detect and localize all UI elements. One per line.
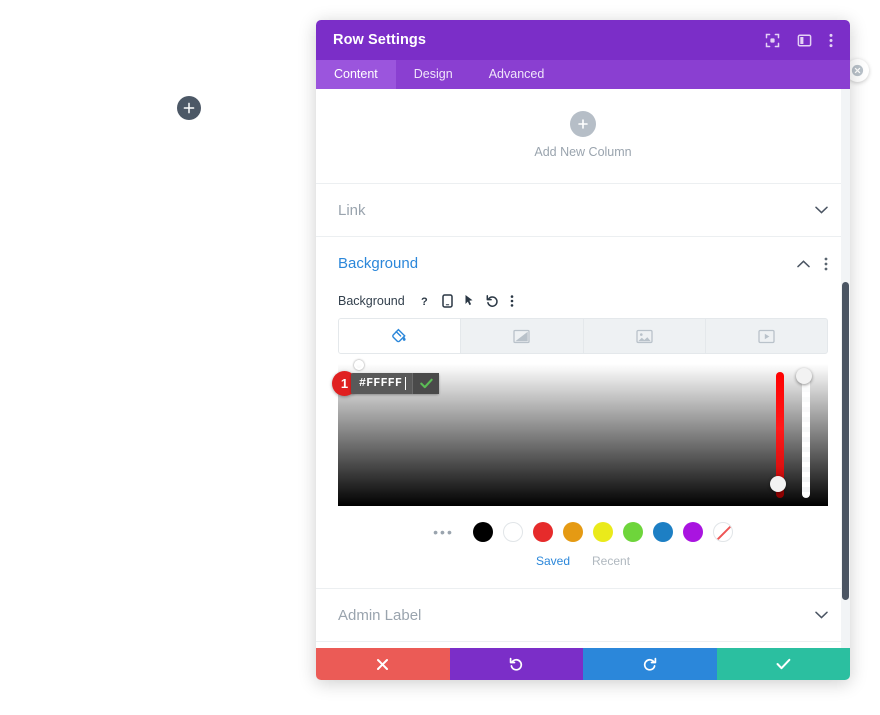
swatch-black[interactable] (472, 522, 493, 542)
help-question-icon[interactable]: ? (420, 294, 431, 308)
alpha-slider[interactable] (796, 364, 814, 506)
section-background: Background Background ? 1 #FFFFFF ••• Sa… (316, 237, 850, 589)
hue-slider[interactable] (770, 364, 788, 506)
more-swatches-icon[interactable]: ••• (433, 525, 454, 539)
hex-confirm-button[interactable] (412, 373, 439, 394)
background-control-row: Background ? (316, 290, 850, 318)
save-button[interactable] (716, 648, 850, 680)
hover-cursor-icon[interactable] (464, 294, 475, 308)
plus-icon (570, 111, 596, 137)
add-new-column-label: Add New Column (534, 145, 632, 159)
svg-text:?: ? (421, 296, 428, 308)
help-link[interactable]: ? Help (316, 642, 850, 648)
swatch-blue[interactable] (652, 522, 673, 542)
scrollbar-track[interactable] (841, 89, 850, 648)
kebab-menu-icon[interactable] (510, 294, 514, 308)
section-link[interactable]: Link (316, 184, 850, 237)
saturation-brightness-area[interactable]: 1 (332, 360, 828, 506)
palette-tabs: Saved Recent (338, 542, 828, 582)
layout-panel-icon[interactable] (797, 33, 812, 48)
kebab-menu-icon[interactable] (829, 33, 833, 48)
reset-undo-icon[interactable] (486, 294, 499, 308)
swatch-purple[interactable] (682, 522, 703, 542)
text-cursor (405, 377, 406, 390)
alpha-slider-handle[interactable] (796, 368, 812, 384)
redo-button[interactable] (583, 648, 717, 680)
alpha-slider-track (802, 372, 810, 498)
background-image-tab[interactable] (584, 319, 706, 353)
modal-tabbar: Content Design Advanced (316, 60, 850, 89)
section-background-title: Background (338, 255, 419, 272)
background-type-tabs (338, 318, 828, 354)
swatch-red[interactable] (532, 522, 553, 542)
swatch-transparent[interactable] (712, 522, 733, 542)
modal-header: Row Settings (316, 20, 850, 60)
kebab-menu-icon[interactable] (824, 257, 828, 271)
modal-body: Add New Column Link Background Backgroun… (316, 89, 850, 648)
check-icon (776, 658, 791, 670)
row-settings-modal: Row Settings Content Design Advanced Add… (316, 20, 850, 680)
add-section-button[interactable] (177, 96, 201, 120)
background-control-label: Background (338, 294, 405, 308)
cancel-button[interactable] (316, 648, 450, 680)
saturation-pointer[interactable] (354, 360, 364, 370)
hex-input[interactable] (351, 373, 405, 394)
tab-design[interactable]: Design (396, 60, 471, 89)
responsive-mobile-icon[interactable] (441, 294, 453, 308)
section-link-title: Link (338, 201, 366, 219)
check-icon (419, 378, 433, 389)
chevron-up-icon[interactable] (797, 259, 810, 268)
close-x-icon (377, 658, 389, 670)
chevron-down-icon (815, 206, 828, 214)
color-picker: 1 #FFFFFF ••• Saved Recent (332, 360, 828, 582)
palette-tab-recent[interactable]: Recent (592, 554, 630, 568)
swatch-green[interactable] (622, 522, 643, 542)
hex-field[interactable] (351, 373, 439, 394)
redo-arrow-icon (644, 657, 657, 671)
hex-input-group: 1 (332, 371, 439, 396)
scrollbar-thumb[interactable] (842, 282, 849, 600)
background-color-tab[interactable] (339, 319, 462, 353)
close-icon (851, 64, 864, 77)
plus-icon (183, 102, 195, 114)
focus-icon[interactable] (765, 33, 780, 48)
tab-advanced[interactable]: Advanced (471, 60, 563, 89)
tab-content[interactable]: Content (316, 60, 396, 89)
background-video-tab[interactable] (706, 319, 827, 353)
undo-button[interactable] (449, 648, 583, 680)
section-background-header[interactable]: Background (316, 237, 850, 290)
header-icon-group (765, 33, 833, 48)
swatch-white[interactable] (502, 522, 523, 542)
color-swatch-row: ••• (338, 506, 828, 542)
section-admin-label[interactable]: Admin Label (316, 589, 850, 642)
palette-tab-saved[interactable]: Saved (536, 554, 570, 568)
swatch-orange[interactable] (562, 522, 583, 542)
page-title: Row Settings (333, 32, 427, 48)
swatch-yellow[interactable] (592, 522, 613, 542)
hue-slider-handle[interactable] (770, 476, 786, 492)
section-admin-label-title: Admin Label (338, 606, 422, 624)
modal-footer (316, 648, 850, 680)
background-gradient-tab[interactable] (461, 319, 584, 353)
chevron-down-icon (815, 611, 828, 619)
screen: Row Settings Content Design Advanced Add… (0, 0, 880, 715)
add-new-column-button[interactable]: Add New Column (316, 89, 850, 184)
undo-arrow-icon (509, 657, 522, 671)
